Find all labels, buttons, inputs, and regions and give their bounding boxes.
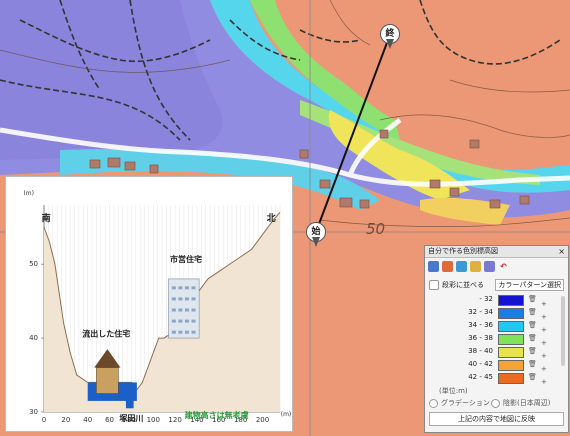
apartment-window bbox=[178, 297, 183, 301]
color-pattern-select[interactable]: カラーパターン選択 bbox=[495, 279, 564, 291]
apartment-window bbox=[171, 308, 176, 312]
settings-icon[interactable] bbox=[484, 261, 495, 272]
house-body bbox=[96, 367, 119, 394]
apartment-window bbox=[171, 330, 176, 334]
elevation-range[interactable]: 40 - 42 bbox=[429, 360, 493, 368]
start-marker[interactable]: 始 bbox=[306, 222, 326, 248]
x-tick-label: 60 bbox=[105, 416, 114, 424]
apartment-window bbox=[191, 319, 196, 323]
add-row-icon[interactable]: + bbox=[541, 352, 547, 360]
apartment-window bbox=[184, 319, 189, 323]
apartment-window bbox=[184, 308, 189, 312]
x-tick-label: 40 bbox=[83, 416, 92, 424]
river-channel bbox=[125, 382, 134, 409]
north-label: 北 bbox=[267, 212, 276, 224]
house-label: 流出した住宅 bbox=[82, 329, 130, 339]
elevation-profile-panel: 30 40 50 0 20 40 60 80 100 120 140 160 180 200 (m) (m) 南… bbox=[5, 176, 293, 432]
apartment-window bbox=[171, 297, 176, 301]
x-tick-label: 200 bbox=[256, 416, 269, 424]
delete-icon[interactable]: 🗑 bbox=[528, 295, 537, 303]
apartment-window bbox=[184, 286, 189, 290]
apartment-window bbox=[178, 330, 183, 334]
color-swatch[interactable] bbox=[498, 334, 524, 345]
house-roof bbox=[94, 349, 121, 368]
elevation-range[interactable]: 38 - 40 bbox=[429, 347, 493, 355]
river-label: 塚田川 bbox=[119, 413, 143, 423]
delete-icon[interactable]: 🗑 bbox=[528, 373, 537, 381]
add-row-icon[interactable]: + bbox=[541, 378, 547, 386]
y-tick-label: 50 bbox=[29, 260, 38, 268]
y-unit-label: (m) bbox=[23, 190, 34, 197]
unit-label: (単位:m) bbox=[439, 387, 468, 395]
apartment-window bbox=[171, 286, 176, 290]
contour-label: 50 bbox=[366, 220, 386, 238]
x-tick-label: 20 bbox=[61, 416, 70, 424]
add-row-icon[interactable]: + bbox=[541, 300, 547, 308]
upload-icon[interactable] bbox=[442, 261, 453, 272]
delete-icon[interactable]: 🗑 bbox=[528, 347, 537, 355]
south-label: 南 bbox=[42, 212, 51, 224]
shading-option[interactable]: 陰影(日本周辺) bbox=[491, 398, 550, 408]
sort-checkbox-label: 段彩に並べる bbox=[442, 281, 484, 289]
apartment-window bbox=[191, 308, 196, 312]
color-swatch[interactable] bbox=[498, 321, 524, 332]
apartment-window bbox=[178, 286, 183, 290]
gradient-label: グラデーション bbox=[441, 399, 490, 407]
add-row-icon[interactable]: + bbox=[541, 339, 547, 347]
add-row-icon[interactable]: + bbox=[541, 365, 547, 373]
end-marker[interactable]: 終 bbox=[380, 24, 400, 50]
panel-toolbar: ↶ bbox=[425, 258, 568, 275]
apply-button[interactable]: 上記の内容で地図に反映 bbox=[429, 412, 564, 426]
elevation-range[interactable]: 36 - 38 bbox=[429, 334, 493, 342]
close-icon[interactable]: × bbox=[558, 246, 565, 257]
y-tick-label: 40 bbox=[29, 334, 38, 342]
gradient-option[interactable]: グラデーション bbox=[429, 398, 490, 408]
note-label: 建物高さは無考慮 bbox=[184, 410, 249, 420]
table-icon[interactable] bbox=[428, 261, 439, 272]
color-swatch[interactable] bbox=[498, 347, 524, 358]
shading-label: 陰影(日本周辺) bbox=[503, 399, 551, 407]
apartment-window bbox=[191, 330, 196, 334]
apartment-window bbox=[184, 330, 189, 334]
apartment-window bbox=[191, 286, 196, 290]
color-swatch[interactable] bbox=[498, 295, 524, 306]
apartment-label: 市営住宅 bbox=[170, 254, 202, 264]
undo-icon[interactable]: ↶ bbox=[498, 261, 509, 272]
x-tick-label: 0 bbox=[42, 416, 46, 424]
elevation-profile-chart: 3040500 20 40 60 80 100 120 140 160 180 200(m)(m)南… bbox=[23, 190, 292, 424]
color-swatch[interactable] bbox=[498, 308, 524, 319]
add-row-icon[interactable]: + bbox=[541, 326, 547, 334]
apartment-window bbox=[178, 308, 183, 312]
apartment-window bbox=[191, 297, 196, 301]
panel-titlebar[interactable]: 自分で作る色別標高図 × bbox=[425, 246, 568, 258]
delete-icon[interactable]: 🗑 bbox=[528, 360, 537, 368]
x-tick-label: 120 bbox=[168, 416, 181, 424]
elevation-range[interactable]: - 32 bbox=[429, 295, 493, 303]
add-row-icon[interactable]: + bbox=[541, 313, 547, 321]
x-unit-label: (m) bbox=[281, 411, 292, 418]
delete-icon[interactable]: 🗑 bbox=[528, 308, 537, 316]
color-swatch[interactable] bbox=[498, 373, 524, 384]
panel-title: 自分で作る色別標高図 bbox=[428, 247, 498, 255]
sort-checkbox[interactable] bbox=[429, 280, 439, 290]
color-elevation-panel[interactable]: 自分で作る色別標高図 × ↶ 段彩に並べる カラーパターン選択 (単位:m) グ… bbox=[424, 245, 569, 433]
delete-icon[interactable]: 🗑 bbox=[528, 321, 537, 329]
apartment-window bbox=[184, 297, 189, 301]
apartment-window bbox=[178, 319, 183, 323]
apartment-window bbox=[171, 319, 176, 323]
y-tick-label: 30 bbox=[29, 408, 38, 416]
x-tick-label: 100 bbox=[147, 416, 160, 424]
sort-row: 段彩に並べる カラーパターン選択 bbox=[429, 279, 564, 291]
delete-icon[interactable]: 🗑 bbox=[528, 334, 537, 342]
panel-scrollbar[interactable] bbox=[561, 296, 565, 366]
download-icon[interactable] bbox=[456, 261, 467, 272]
palette-icon[interactable] bbox=[470, 261, 481, 272]
elevation-range[interactable]: 32 - 34 bbox=[429, 308, 493, 316]
elevation-range[interactable]: 34 - 36 bbox=[429, 321, 493, 329]
color-swatch[interactable] bbox=[498, 360, 524, 371]
elevation-range[interactable]: 42 - 45 bbox=[429, 373, 493, 381]
